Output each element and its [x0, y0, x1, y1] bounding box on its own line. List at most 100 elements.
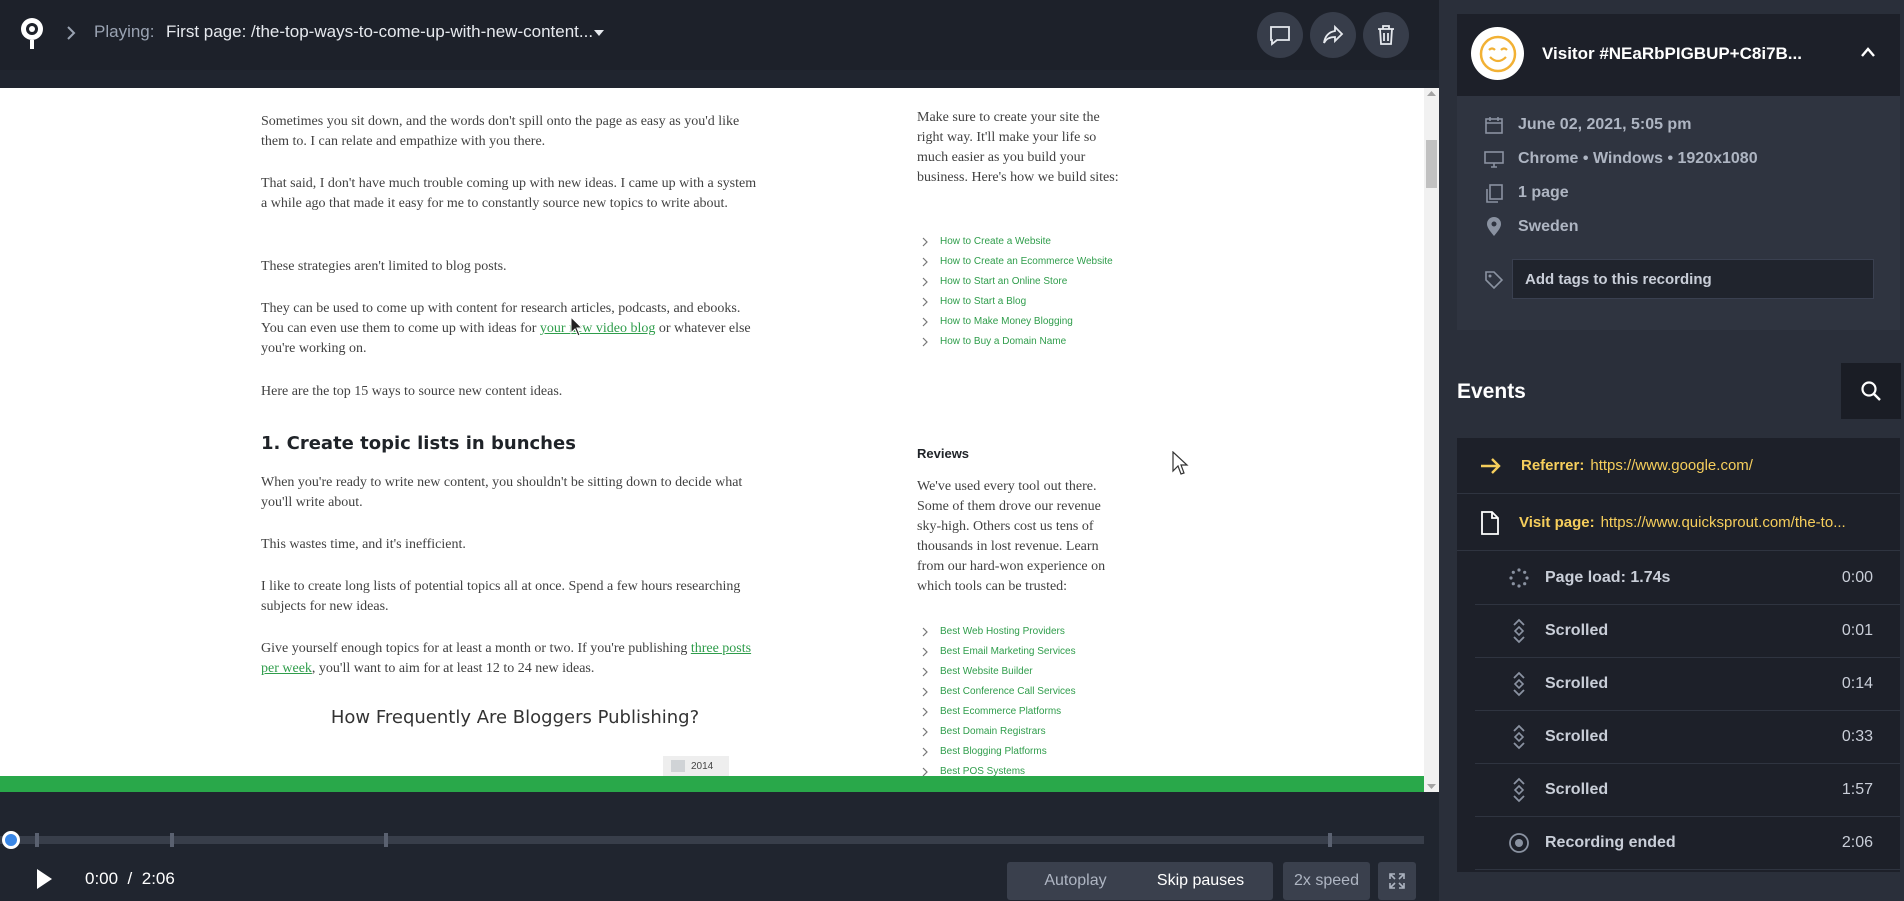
trash-icon	[1378, 25, 1394, 45]
article-heading: 1. Create topic lists in bunches	[261, 433, 576, 454]
guide-item-link[interactable]: How to Make Money Blogging	[940, 316, 1073, 327]
guide-item-link[interactable]: How to Buy a Domain Name	[940, 336, 1066, 347]
scroll-icon	[1507, 618, 1531, 644]
device-info: Chrome • Windows • 1920x1080	[1484, 149, 1758, 169]
speed-toggle[interactable]: 2x speed	[1283, 862, 1370, 900]
review-item-link[interactable]: Best Domain Registrars	[940, 726, 1046, 737]
location-pin-icon	[1487, 217, 1501, 236]
visitor-header[interactable]: Visitor #NEaRbPIGBUP+C8i7B...	[1457, 14, 1900, 96]
guide-item-link[interactable]: How to Start a Blog	[940, 296, 1026, 307]
review-item-link[interactable]: Best Email Marketing Services	[940, 646, 1076, 657]
session-replay-app: Playing: First page: /the-top-ways-to-co…	[0, 0, 1904, 901]
event-item[interactable]: Scrolled 0:14	[1475, 658, 1900, 711]
guide-item-link[interactable]: How to Create an Ecommerce Website	[940, 256, 1113, 267]
guide-item[interactable]: How to Make Money Blogging	[922, 312, 1113, 332]
event-time: 0:14	[1841, 675, 1873, 692]
comment-button[interactable]	[1257, 12, 1303, 58]
logo-icon[interactable]	[20, 16, 44, 50]
review-item-link[interactable]: Best Website Builder	[940, 666, 1033, 677]
arrow-right-icon	[1481, 457, 1501, 474]
visitor-name: Visitor #NEaRbPIGBUP+C8i7B...	[1542, 44, 1802, 63]
review-item[interactable]: Best Blogging Platforms	[922, 742, 1076, 762]
article-paragraph: Here are the top 15 ways to source new c…	[261, 384, 563, 399]
event-time: 1:57	[1841, 781, 1873, 798]
autoplay-toggle[interactable]: Autoplay	[1007, 862, 1144, 900]
article-paragraph: When you're ready to write new content, …	[261, 475, 743, 510]
scroll-icon	[1507, 777, 1531, 803]
event-visit-page[interactable]: Visit page: https://www.quicksprout.com/…	[1457, 495, 1900, 551]
review-item[interactable]: Best Email Marketing Services	[922, 642, 1076, 662]
guide-item[interactable]: How to Create an Ecommerce Website	[922, 252, 1113, 272]
mouse-cursor-icon	[570, 316, 584, 337]
event-referrer[interactable]: Referrer: https://www.google.com/	[1457, 438, 1900, 494]
guide-item[interactable]: How to Buy a Domain Name	[922, 332, 1113, 352]
playback-timeline[interactable]	[0, 836, 1424, 844]
event-item[interactable]: Recording ended 2:06	[1475, 817, 1900, 870]
timeline-event-marker[interactable]	[1328, 833, 1332, 847]
article-paragraph: I like to create long lists of potential…	[261, 579, 741, 614]
share-icon	[1323, 24, 1344, 44]
review-item-link[interactable]: Best Blogging Platforms	[940, 746, 1047, 757]
player-header: Playing: First page: /the-top-ways-to-co…	[0, 0, 1439, 70]
event-time: 0:01	[1841, 622, 1873, 639]
review-item[interactable]: Best Web Hosting Providers	[922, 622, 1076, 642]
chevron-up-icon[interactable]	[1860, 46, 1876, 58]
review-item[interactable]: Best Conference Call Services	[922, 682, 1076, 702]
session-details-panel: Visitor #NEaRbPIGBUP+C8i7B... June 02, 2…	[1439, 0, 1904, 901]
event-item[interactable]: Scrolled 0:33	[1475, 711, 1900, 764]
replay-viewport[interactable]: Sometimes you sit down, and the words do…	[0, 88, 1439, 792]
guide-item[interactable]: How to Create a Website	[922, 232, 1113, 252]
stop-icon	[1507, 832, 1531, 854]
share-button[interactable]	[1310, 12, 1356, 58]
guide-item-link[interactable]: How to Start an Online Store	[940, 276, 1067, 287]
fullscreen-button[interactable]	[1378, 862, 1416, 900]
event-time: 2:06	[1841, 834, 1873, 851]
event-label: Scrolled	[1545, 781, 1609, 798]
guides-list: How to Create a Website How to Create an …	[922, 232, 1113, 352]
timeline-event-marker[interactable]	[170, 833, 174, 847]
review-item-link[interactable]: Best Ecommerce Platforms	[940, 706, 1061, 717]
guide-item[interactable]: How to Start an Online Store	[922, 272, 1113, 292]
video-blog-link[interactable]: your new video blog	[540, 321, 655, 336]
timeline-event-marker[interactable]	[384, 833, 388, 847]
skip-pauses-toggle[interactable]: Skip pauses	[1128, 862, 1273, 900]
event-label: Scrolled	[1545, 728, 1609, 745]
delete-button[interactable]	[1363, 12, 1409, 58]
add-tags-input[interactable]: Add tags to this recording	[1512, 259, 1874, 299]
avatar	[1471, 27, 1524, 80]
page-title[interactable]: First page: /the-top-ways-to-come-up-wit…	[166, 22, 593, 42]
article-paragraph: They can be used to come up with content…	[261, 301, 751, 356]
timeline-scrubber[interactable]	[2, 831, 20, 849]
viewport-scrollbar[interactable]	[1424, 88, 1439, 792]
reviews-list: Best Web Hosting Providers Best Email Mar…	[922, 622, 1076, 782]
event-label: Recording ended	[1545, 834, 1676, 851]
events-search-button[interactable]	[1841, 363, 1901, 419]
document-icon	[1481, 510, 1499, 535]
article-paragraph: This wastes time, and it's inefficient.	[261, 537, 466, 552]
event-label: Scrolled	[1545, 675, 1609, 692]
caret-down-icon[interactable]	[593, 28, 605, 38]
event-item[interactable]: Page load: 1.74s 0:00	[1475, 552, 1900, 605]
review-item-link[interactable]: Best Web Hosting Providers	[940, 626, 1065, 637]
event-item[interactable]: Scrolled 1:57	[1475, 764, 1900, 817]
visitor-location: Sweden	[1484, 217, 1578, 237]
guide-item-link[interactable]: How to Create a Website	[940, 236, 1051, 247]
pages-icon	[1486, 184, 1503, 203]
article-paragraph: That said, I don't have much trouble com…	[261, 176, 757, 211]
event-item[interactable]: Scrolled 0:01	[1475, 605, 1900, 658]
scroll-down-icon[interactable]	[1427, 783, 1436, 790]
time-display: 0:00 / 2:06	[85, 869, 175, 888]
review-item[interactable]: Best Domain Registrars	[922, 722, 1076, 742]
timeline-event-marker[interactable]	[35, 833, 39, 847]
tag-icon	[1485, 271, 1504, 290]
scrollbar-thumb[interactable]	[1426, 140, 1437, 188]
guide-item[interactable]: How to Start a Blog	[922, 292, 1113, 312]
play-icon[interactable]	[34, 868, 54, 890]
event-label: Scrolled	[1545, 622, 1609, 639]
review-item[interactable]: Best Ecommerce Platforms	[922, 702, 1076, 722]
scroll-up-icon[interactable]	[1427, 90, 1436, 97]
review-item[interactable]: Best Website Builder	[922, 662, 1076, 682]
review-item-link[interactable]: Best Conference Call Services	[940, 686, 1076, 697]
page-scroll-progress-bar	[0, 776, 1424, 792]
current-time: 0:00	[85, 869, 119, 888]
